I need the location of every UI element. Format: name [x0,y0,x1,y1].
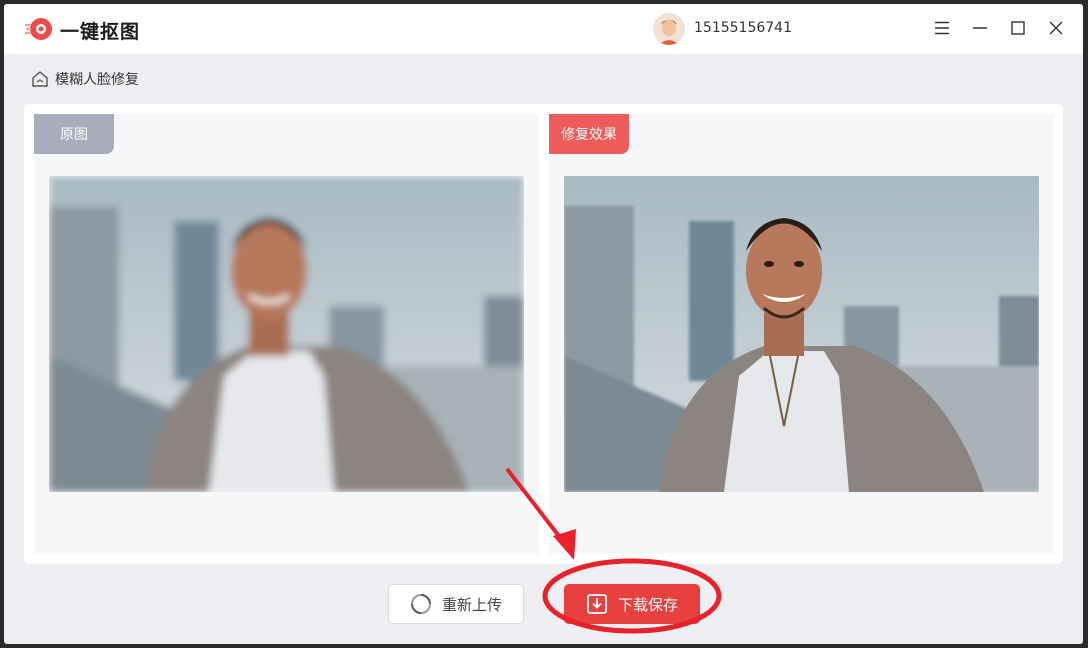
save-label: 下载保存 [617,595,678,614]
result-tag: 修复效果 [549,114,629,154]
app-window: 一键抠图 15155156741 模糊人脸修复 原图 修复效果 重新上传 下载保… [4,4,1083,644]
home-icon [32,71,48,87]
original-panel: 原图 [34,114,539,554]
comparison-card: 原图 修复效果 [24,104,1063,564]
original-tag: 原图 [34,114,114,154]
original-image [49,176,524,492]
app-title: 一键抠图 [60,21,141,43]
result-panel: 修复效果 [549,114,1054,554]
user-phone[interactable]: 15155156741 [694,20,792,36]
maximize-icon[interactable] [1006,16,1030,40]
result-image [564,176,1039,492]
minimize-icon[interactable] [968,16,992,40]
title-bar: 一键抠图 15155156741 [4,4,1083,54]
breadcrumb[interactable]: 模糊人脸修复 [31,68,139,90]
save-button[interactable]: 下载保存 [564,584,700,624]
menu-icon[interactable] [930,16,954,40]
refresh-icon [410,594,431,614]
download-icon [587,594,607,614]
reupload-label: 重新上传 [441,595,502,614]
reupload-button[interactable]: 重新上传 [388,584,524,624]
app-logo-icon [25,18,52,40]
breadcrumb-label: 模糊人脸修复 [55,72,139,88]
avatar[interactable] [653,13,685,45]
close-icon[interactable] [1044,16,1068,40]
